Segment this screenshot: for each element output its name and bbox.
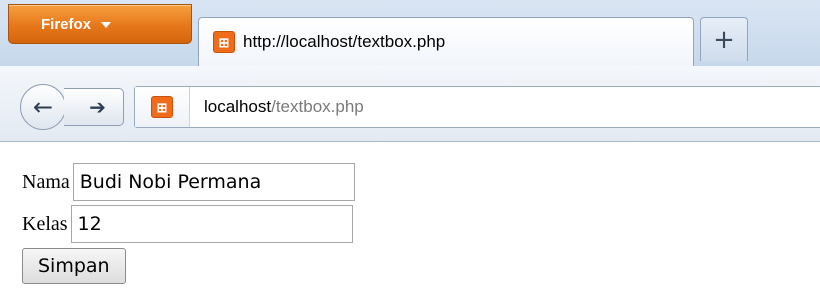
page-form: Nama Kelas Simpan <box>22 162 355 284</box>
address-bar[interactable]: ⊞ localhost/textbox.php <box>134 86 820 128</box>
url-path: /textbox.php <box>271 97 364 116</box>
form-row-kelas: Kelas <box>22 204 355 244</box>
browser-tab[interactable]: ⊞ http://localhost/textbox.php <box>198 17 694 66</box>
xampp-favicon-icon: ⊞ <box>213 31 235 53</box>
back-arrow-icon: ← <box>32 93 54 121</box>
firefox-menu-button[interactable]: Firefox <box>8 4 192 44</box>
nama-label: Nama <box>22 170 70 193</box>
tab-strip: Firefox ⊞ http://localhost/textbox.php + <box>0 0 820 66</box>
forward-arrow-icon: ➔ <box>89 95 106 119</box>
url-text[interactable]: localhost/textbox.php <box>190 97 364 117</box>
nama-input[interactable] <box>72 163 355 201</box>
navigation-bar: ← ➔ ⊞ localhost/textbox.php <box>0 66 820 142</box>
new-tab-button[interactable]: + <box>700 17 748 61</box>
forward-button[interactable]: ➔ <box>64 88 124 126</box>
simpan-button[interactable]: Simpan <box>22 248 126 284</box>
site-identity-button[interactable]: ⊞ <box>135 87 190 127</box>
tab-title: http://localhost/textbox.php <box>243 32 446 51</box>
plus-icon: + <box>713 24 735 55</box>
kelas-label: Kelas <box>22 212 68 235</box>
firefox-menu-label: Firefox <box>41 15 92 33</box>
xampp-favicon-icon: ⊞ <box>151 96 173 118</box>
chevron-down-icon <box>101 22 112 28</box>
form-row-nama: Nama <box>22 162 355 202</box>
back-button[interactable]: ← <box>20 84 66 130</box>
kelas-input[interactable] <box>70 205 353 243</box>
url-host: localhost <box>204 97 272 116</box>
